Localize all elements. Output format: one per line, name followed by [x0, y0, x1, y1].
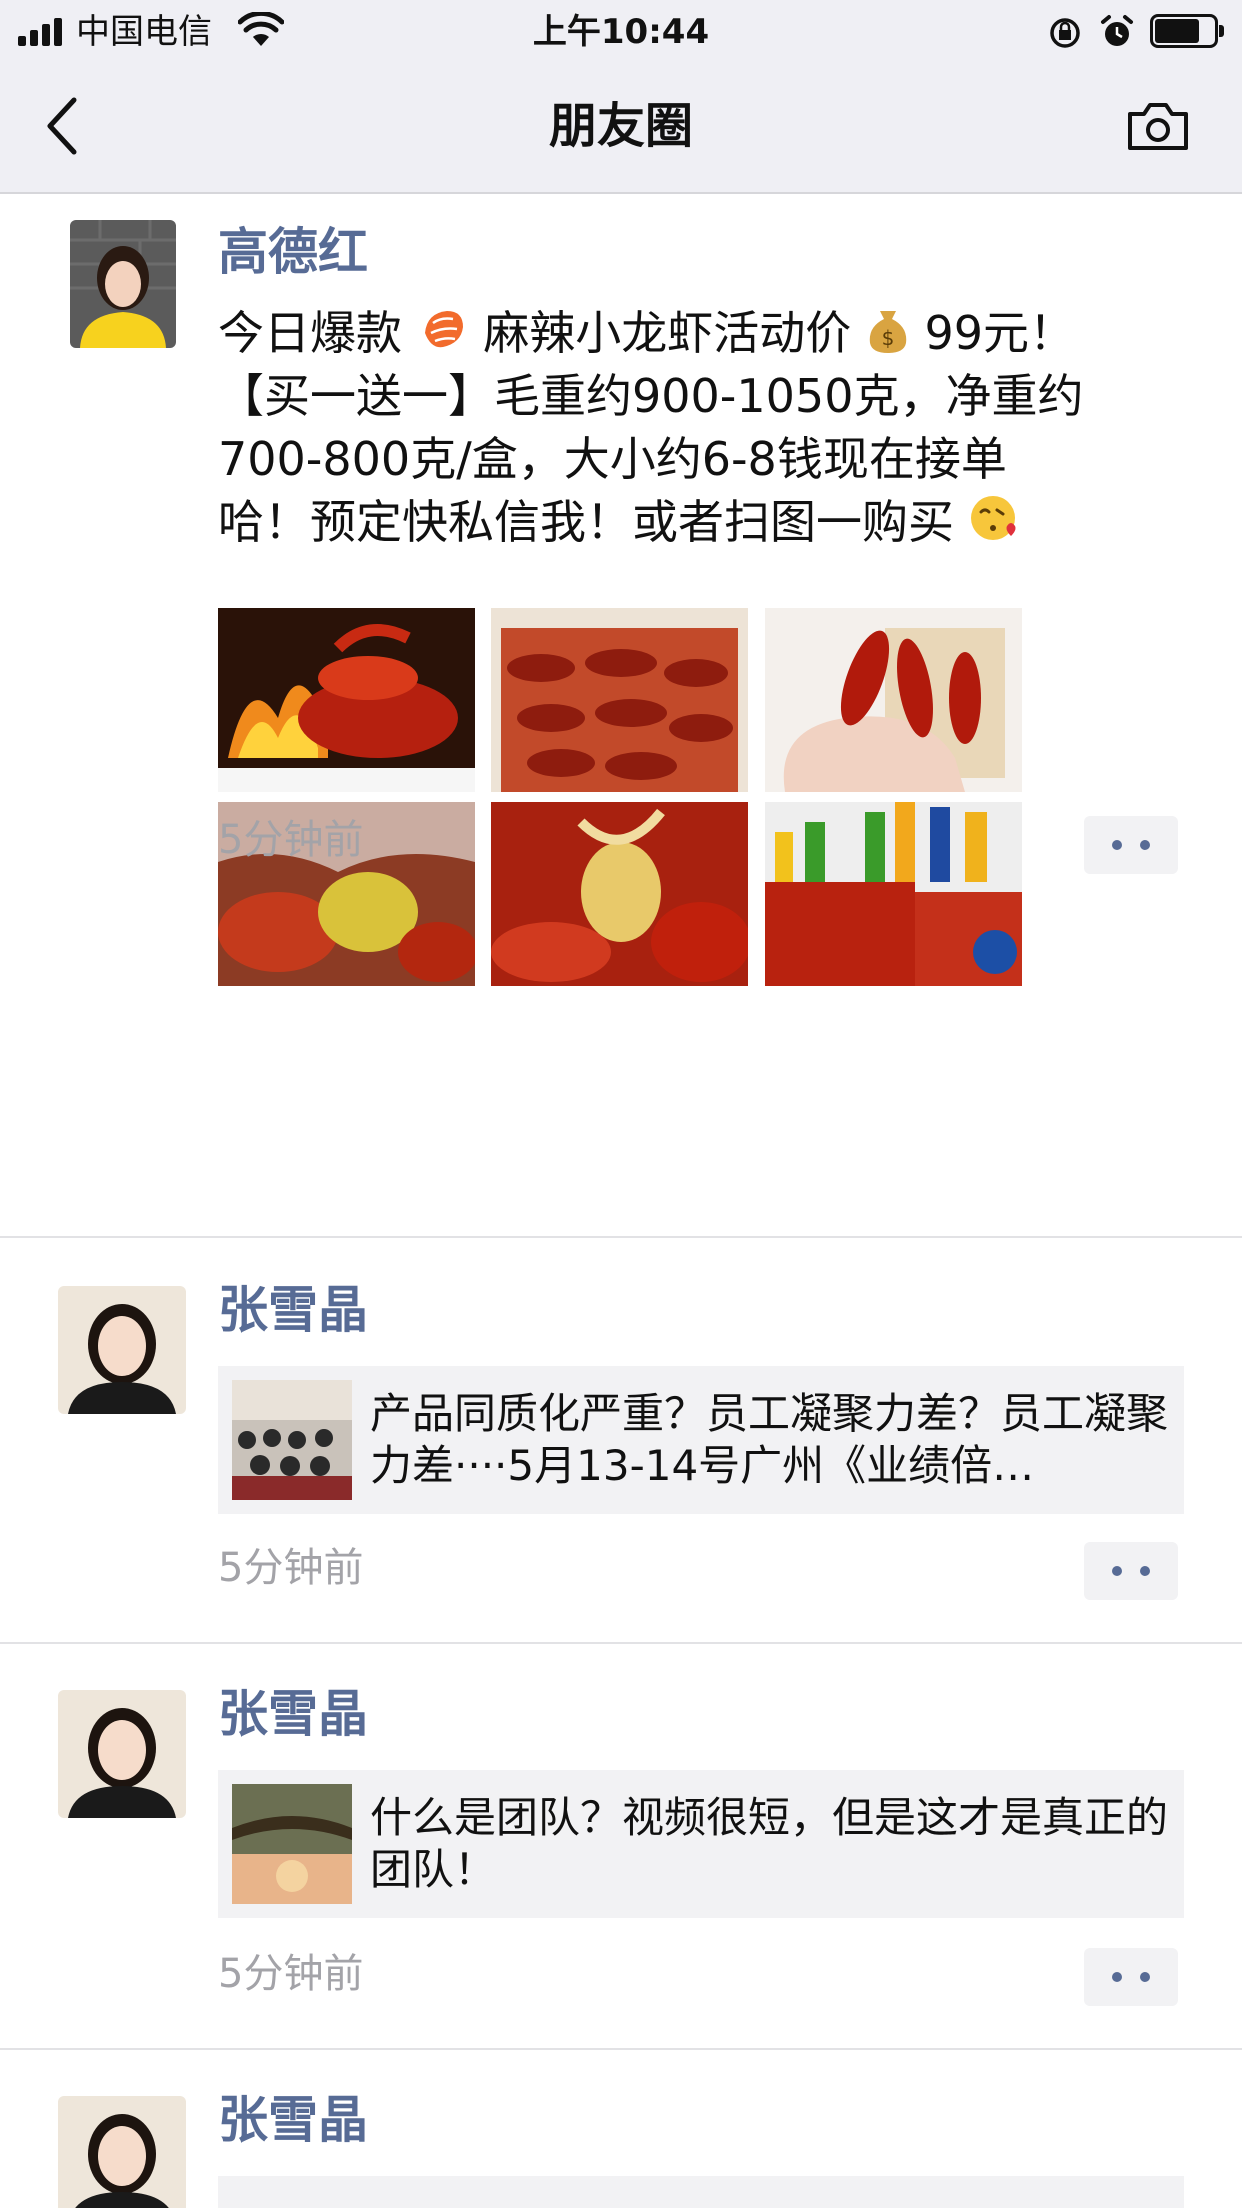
dot-icon: [1112, 1972, 1122, 1982]
crayfish-closeup-photo[interactable]: [491, 802, 748, 986]
top-bar: 中国电信 上午10:44 朋友圈: [0, 0, 1242, 194]
post-author[interactable]: 张雪晶: [218, 1278, 368, 1342]
navigation-bar: 朋友圈: [0, 62, 1242, 194]
rotation-lock-icon: [1050, 18, 1080, 48]
dot-icon: [1140, 1566, 1150, 1576]
avatar[interactable]: [58, 2096, 186, 2208]
status-bar: 中国电信 上午10:44: [0, 0, 1242, 62]
more-actions-button[interactable]: [1084, 1948, 1178, 2006]
crayfish-drinks-photo[interactable]: [765, 802, 1022, 986]
image-grid: [218, 608, 1022, 986]
shared-link-card[interactable]: 产品同质化严重？员工凝聚力差？员工凝聚力差····5月13-14号广州《业绩倍…: [218, 1366, 1184, 1514]
kissing-face-emoji: [970, 496, 1016, 540]
post-time: 5分钟前: [218, 1545, 364, 1591]
feed-post: 高德红 今日爆款 麻辣小龙虾活动价 $ 99元！ 【买一送一】毛重约900-10…: [0, 194, 1242, 1238]
svg-text:$: $: [882, 326, 895, 350]
post-text-line: 700-800克/盒，大小约6-8钱现在接单: [218, 432, 1007, 486]
post-time: 5分钟前: [218, 1951, 364, 1997]
post-author[interactable]: 张雪晶: [218, 1682, 368, 1746]
post-text-line: 哈！预定快私信我！或者扫图一购买: [218, 495, 954, 549]
post-text-line: 99元！: [924, 306, 1076, 360]
shared-link-card[interactable]: 什么是团队？视频很短，但是这才是真正的团队！: [218, 1770, 1184, 1918]
post-author[interactable]: 张雪晶: [218, 2088, 368, 2152]
dot-icon: [1112, 1566, 1122, 1576]
dot-icon: [1140, 1972, 1150, 1982]
shared-link-card[interactable]: [218, 2176, 1184, 2208]
dot-icon: [1140, 840, 1150, 850]
more-actions-button[interactable]: [1084, 1542, 1178, 1600]
post-text: 今日爆款 麻辣小龙虾活动价 $ 99元！ 【买一送一】毛重约900-1050克，…: [218, 302, 1178, 554]
link-title: 什么是团队？视频很短，但是这才是真正的团队！: [370, 1793, 1169, 1894]
camera-icon[interactable]: [1126, 100, 1190, 152]
avatar[interactable]: [58, 1286, 186, 1414]
shrimp-emoji: [424, 311, 463, 348]
crayfish-hand-photo[interactable]: [765, 608, 1022, 792]
post-text-line: 今日爆款: [218, 306, 402, 360]
post-text-line: 【买一送一】毛重约900-1050克，净重约: [218, 369, 1084, 423]
feed-post: 张雪晶: [0, 2050, 1242, 2208]
post-text-line: 麻辣小龙虾活动价: [483, 306, 852, 360]
link-thumbnail: [232, 1784, 352, 1904]
money-bag-emoji: $: [869, 311, 907, 353]
link-thumbnail: [232, 1380, 352, 1500]
crayfish-box-photo[interactable]: [491, 608, 748, 792]
dot-icon: [1112, 840, 1122, 850]
page-title: 朋友圈: [548, 98, 693, 154]
avatar[interactable]: [58, 1690, 186, 1818]
crayfish-fire-photo[interactable]: [218, 608, 475, 792]
battery-icon: [1150, 14, 1224, 48]
link-title: 产品同质化严重？员工凝聚力差？员工凝聚力差····5月13-14号广州《业绩倍…: [370, 1389, 1169, 1490]
more-actions-button[interactable]: [1084, 816, 1178, 874]
avatar[interactable]: [70, 220, 176, 348]
post-author[interactable]: 高德红: [218, 220, 368, 284]
post-time: 5分钟前: [218, 817, 364, 863]
feed-post: 张雪晶 产品同质化严重？员工凝聚力差？员工凝聚力差····5月13-14号广州《…: [0, 1238, 1242, 1644]
alarm-icon: [1101, 15, 1133, 46]
feed-post: 张雪晶 什么是团队？视频很短，但是这才是真正的团队！ 5分钟前: [0, 1644, 1242, 2050]
